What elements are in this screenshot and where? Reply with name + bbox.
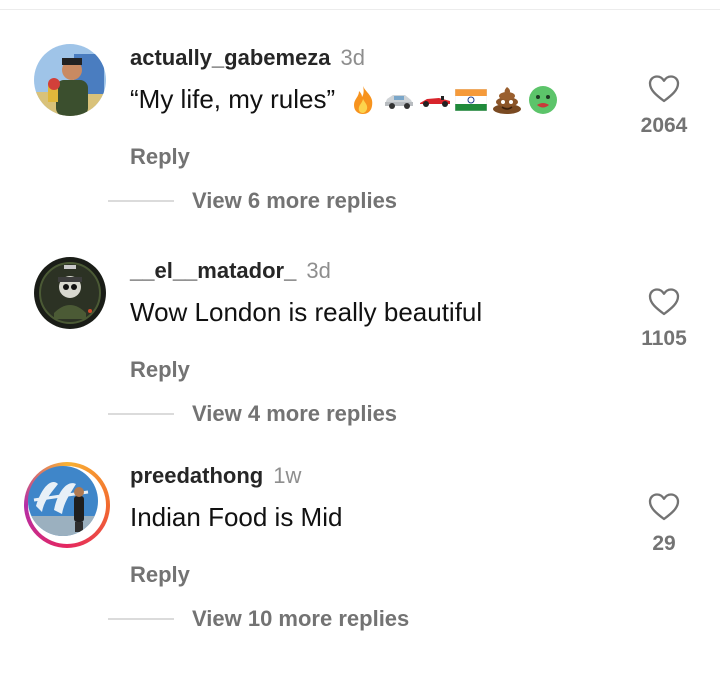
like-control: 29 [628, 492, 700, 556]
comment-item: actually_gabemeza 3d “My life, my rules” [0, 44, 720, 257]
view-replies-button[interactable]: View 10 more replies [108, 606, 409, 632]
comment-text: Wow London is really beautiful [130, 297, 482, 328]
like-control: 2064 [628, 74, 700, 138]
emoji-group [347, 85, 559, 115]
like-count: 2064 [640, 114, 688, 137]
comment-body: Wow London is really beautiful [130, 297, 483, 327]
heart-icon[interactable] [648, 74, 680, 104]
nauseated-face-emoji [527, 85, 559, 115]
reply-button[interactable]: Reply [130, 562, 190, 588]
comment-text: “My life, my rules” [130, 84, 559, 115]
comment-item: __el__matador_ 3d Wow London is really be… [0, 257, 720, 470]
comment-header: actually_gabemeza 3d [130, 45, 365, 71]
like-count: 29 [652, 532, 676, 555]
car-emoji [383, 85, 415, 115]
view-replies-button[interactable]: View 4 more replies [108, 401, 397, 427]
avatar [28, 466, 98, 536]
top-divider [0, 9, 720, 10]
avatar-story-ring[interactable] [24, 462, 110, 548]
avatar-photo [34, 44, 106, 116]
timestamp: 1w [273, 463, 302, 488]
avatar-photo [28, 466, 98, 536]
reply-button[interactable]: Reply [130, 144, 190, 170]
avatar-photo [34, 257, 106, 329]
poop-emoji [491, 85, 523, 115]
view-replies-label: View 4 more replies [192, 401, 398, 426]
username[interactable]: actually_gabemeza [130, 45, 331, 70]
heart-icon[interactable] [648, 492, 680, 522]
like-count: 1105 [641, 327, 687, 350]
comment-item: preedathong 1w Indian Food is Mid Reply 2… [0, 462, 720, 675]
comment-body: Indian Food is Mid [130, 502, 343, 532]
comment-header: __el__matador_ 3d [130, 258, 331, 284]
like-control: 1105 [628, 287, 700, 351]
replies-divider [108, 200, 174, 202]
replies-divider [108, 618, 174, 620]
india-flag-emoji [455, 85, 488, 115]
timestamp: 3d [340, 45, 366, 70]
comment-header: preedathong 1w [130, 463, 301, 489]
username[interactable]: preedathong [130, 463, 263, 488]
timestamp: 3d [306, 258, 331, 283]
race-car-emoji [419, 85, 451, 115]
username[interactable]: __el__matador_ [130, 258, 296, 283]
view-replies-label: View 10 more replies [192, 606, 410, 631]
avatar[interactable] [34, 44, 106, 116]
view-replies-label: View 6 more replies [192, 188, 398, 213]
comment-text: Indian Food is Mid [130, 502, 342, 533]
view-replies-button[interactable]: View 6 more replies [108, 188, 397, 214]
fire-emoji [347, 85, 379, 115]
replies-divider [108, 413, 174, 415]
heart-icon[interactable] [648, 287, 680, 317]
reply-button[interactable]: Reply [130, 357, 190, 383]
avatar[interactable] [34, 257, 106, 329]
comment-body: “My life, my rules” [130, 84, 336, 114]
